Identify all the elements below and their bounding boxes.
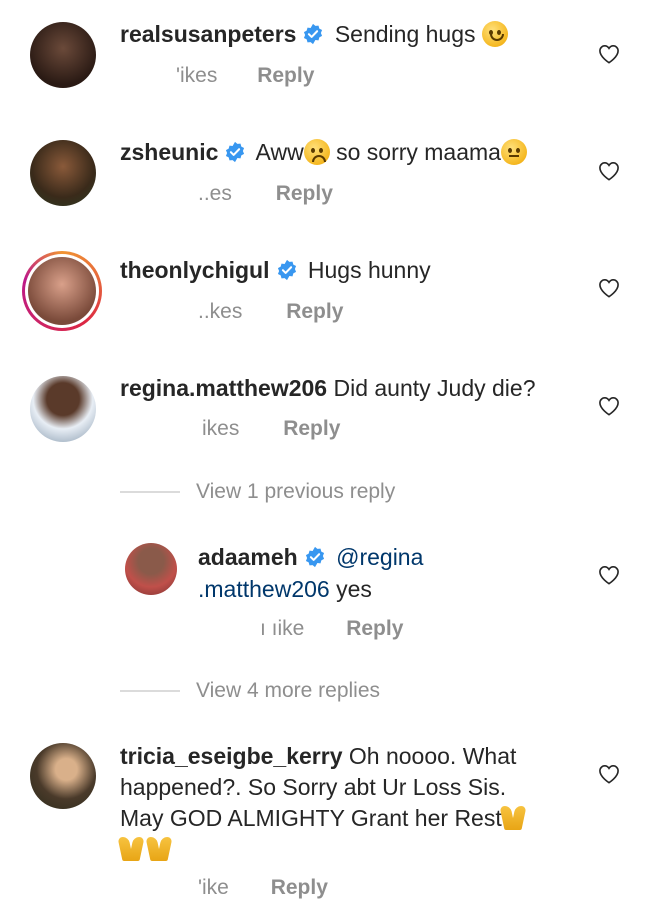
reply-button[interactable]: Reply xyxy=(286,300,343,323)
comment-text: zsheunic Aww so sorry maama xyxy=(120,137,527,168)
comment-body: Oh noooo. What xyxy=(342,743,517,769)
pensive-face-emoji xyxy=(500,139,527,165)
likes-count[interactable]: ikes xyxy=(202,417,239,440)
comment-meta: 'ikes Reply xyxy=(120,64,314,88)
reply-username[interactable]: adaameh xyxy=(198,544,298,570)
mention-link[interactable]: @regina xyxy=(336,544,423,570)
avatar-story-ring[interactable] xyxy=(22,251,102,331)
avatar[interactable] xyxy=(30,140,96,206)
comment-body: May GOD ALMIGHTY Grant her Rest xyxy=(120,805,502,831)
like-heart-icon[interactable] xyxy=(598,44,620,64)
comment-body: so sorry maama xyxy=(329,139,501,165)
likes-count[interactable]: 'ike xyxy=(198,876,229,899)
comment-body: Aww xyxy=(255,139,304,165)
view-more-replies-link[interactable]: View 4 more replies xyxy=(196,679,380,703)
like-heart-icon[interactable] xyxy=(598,565,620,585)
reply-button[interactable]: Reply xyxy=(283,417,340,440)
avatar[interactable] xyxy=(125,543,177,595)
likes-count[interactable]: 'ikes xyxy=(176,64,217,87)
comment-body: Hugs hunny xyxy=(307,257,431,283)
thread-divider xyxy=(120,491,180,493)
reply-body: yes xyxy=(329,576,372,602)
likes-count[interactable]: ..kes xyxy=(198,300,242,323)
reply-button[interactable]: Reply xyxy=(257,64,314,87)
verified-badge-icon xyxy=(304,546,326,568)
comment-meta: 'ike Reply xyxy=(120,876,328,900)
comment-text: regina.matthew206 Did aunty Judy die? xyxy=(120,373,536,404)
folded-hands-emoji xyxy=(502,804,524,830)
comment-username[interactable]: realsusanpeters xyxy=(120,21,296,47)
mention-link[interactable]: .matthew206 xyxy=(198,576,330,602)
like-heart-icon[interactable] xyxy=(598,396,620,416)
comment-username[interactable]: tricia_eseigbe_kerry xyxy=(120,743,343,769)
folded-hands-emoji xyxy=(148,835,170,861)
hugging-face-emoji xyxy=(481,21,508,47)
reply-button[interactable]: Reply xyxy=(276,182,333,205)
verified-badge-icon xyxy=(224,141,246,163)
comment-body: happened?. So Sorry abt Ur Loss Sis. xyxy=(120,774,507,800)
avatar xyxy=(28,257,96,325)
view-previous-replies-link[interactable]: View 1 previous reply xyxy=(196,480,395,504)
comment-username[interactable]: regina.matthew206 xyxy=(120,375,327,401)
comment-username[interactable]: theonlychigul xyxy=(120,257,270,283)
likes-count[interactable]: ı ıike xyxy=(260,617,304,640)
like-heart-icon[interactable] xyxy=(598,278,620,298)
comment-text: theonlychigul Hugs hunny xyxy=(120,255,431,286)
avatar[interactable] xyxy=(30,376,96,442)
comment-meta: ..es Reply xyxy=(120,182,333,206)
comment-body: Sending hugs xyxy=(334,21,476,47)
avatar[interactable] xyxy=(30,22,96,88)
sad-face-emoji xyxy=(303,139,330,165)
reply-meta: ı ıike Reply xyxy=(198,617,403,641)
likes-count[interactable]: ..es xyxy=(198,182,232,205)
avatar[interactable] xyxy=(30,743,96,809)
verified-badge-icon xyxy=(302,23,324,45)
comment-username[interactable]: zsheunic xyxy=(120,139,218,165)
like-heart-icon[interactable] xyxy=(598,764,620,784)
reply-button[interactable]: Reply xyxy=(271,876,328,899)
verified-badge-icon xyxy=(276,259,298,281)
comment-text: tricia_eseigbe_kerry Oh noooo. What happ… xyxy=(120,741,524,865)
like-heart-icon[interactable] xyxy=(598,161,620,181)
reply-text: adaameh @regina .matthew206 yes xyxy=(198,541,423,605)
reply-button[interactable]: Reply xyxy=(346,617,403,640)
comment-body: Did aunty Judy die? xyxy=(333,375,536,401)
thread-divider xyxy=(120,690,180,692)
comment-meta: ..kes Reply xyxy=(120,300,343,324)
comment-text: realsusanpeters Sending hugs xyxy=(120,19,508,50)
folded-hands-emoji xyxy=(120,835,142,861)
comment-meta: ikes Reply xyxy=(120,417,340,441)
